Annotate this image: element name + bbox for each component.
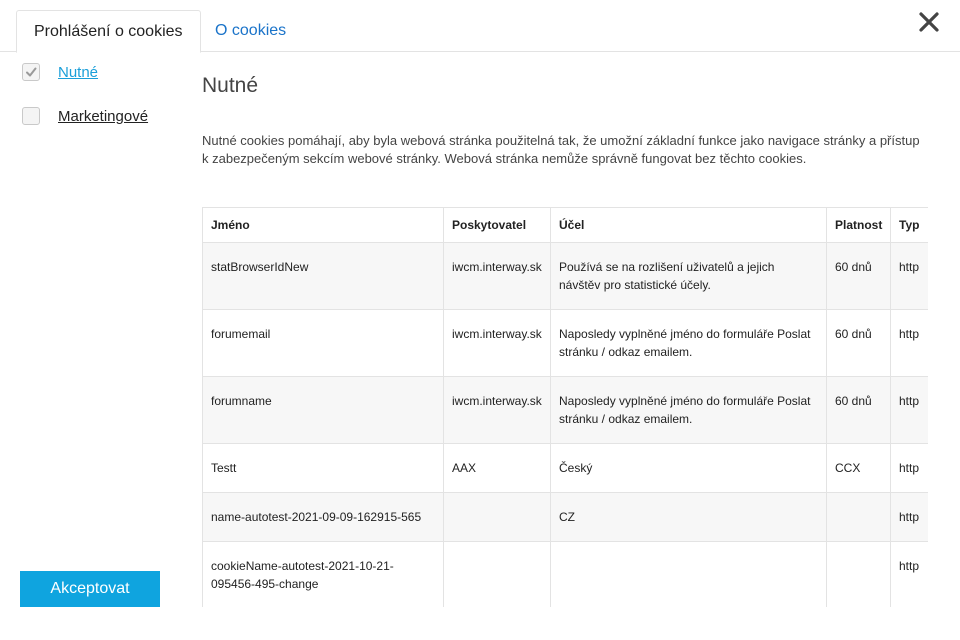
tab-about-cookies[interactable]: O cookies: [198, 10, 303, 52]
column-header-expiry: Platnost: [826, 207, 891, 243]
cell-provider: [443, 541, 551, 607]
section-title: Nutné: [202, 74, 259, 97]
category-marketing: Marketingové: [22, 107, 148, 125]
table-row: cookieName-autotest-2021-10-21-095456-49…: [202, 541, 928, 607]
necessary-checkbox[interactable]: [22, 63, 40, 81]
table-row: Testt AAX Český CCX http: [202, 443, 928, 493]
cell-name: name-autotest-2021-09-09-162915-565: [202, 492, 444, 542]
cell-provider: iwcm.interway.sk: [443, 242, 551, 310]
cell-expiry: 60 dnů: [826, 309, 891, 377]
cell-purpose: Český: [550, 443, 827, 493]
cell-expiry: [826, 492, 891, 542]
cookie-table: Jméno Poskytovatel Účel Platnost Typ sta…: [202, 207, 928, 607]
cell-type: http: [890, 242, 928, 310]
table-header-row: Jméno Poskytovatel Účel Platnost Typ: [202, 207, 928, 243]
marketing-checkbox[interactable]: [22, 107, 40, 125]
column-header-name: Jméno: [202, 207, 444, 243]
table-row: forumname iwcm.interway.sk Naposledy vyp…: [202, 376, 928, 444]
close-icon[interactable]: [918, 8, 940, 34]
cell-expiry: 60 dnů: [826, 242, 891, 310]
cell-provider: [443, 492, 551, 542]
cell-name: forumemail: [202, 309, 444, 377]
cell-purpose: Naposledy vyplněné jméno do formuláře Po…: [550, 309, 827, 377]
cell-provider: AAX: [443, 443, 551, 493]
accept-button[interactable]: Akceptovat: [20, 571, 160, 607]
cell-type: http: [890, 492, 928, 542]
cell-type: http: [890, 443, 928, 493]
table-row: statBrowserIdNew iwcm.interway.sk Použív…: [202, 242, 928, 310]
cell-purpose: [550, 541, 827, 607]
cell-expiry: CCX: [826, 443, 891, 493]
cell-expiry: 60 dnů: [826, 376, 891, 444]
category-label-necessary[interactable]: Nutné: [58, 64, 98, 81]
checkmark-icon: [26, 67, 37, 77]
column-header-provider: Poskytovatel: [443, 207, 551, 243]
cell-purpose: CZ: [550, 492, 827, 542]
table-row: name-autotest-2021-09-09-162915-565 CZ h…: [202, 492, 928, 542]
tab-cookie-declaration[interactable]: Prohlášení o cookies: [16, 10, 201, 53]
cell-purpose: Naposledy vyplněné jméno do formuláře Po…: [550, 376, 827, 444]
table-row: forumemail iwcm.interway.sk Naposledy vy…: [202, 309, 928, 377]
cell-type: http: [890, 376, 928, 444]
category-label-marketing[interactable]: Marketingové: [58, 108, 148, 125]
cookie-table-container[interactable]: Jméno Poskytovatel Účel Platnost Typ sta…: [202, 207, 928, 607]
category-necessary: Nutné: [22, 63, 98, 81]
tab-bar: Prohlášení o cookies O cookies: [0, 0, 960, 53]
cell-name: Testt: [202, 443, 444, 493]
cell-name: cookieName-autotest-2021-10-21-095456-49…: [202, 541, 444, 607]
cell-expiry: [826, 541, 891, 607]
column-header-type: Typ: [890, 207, 928, 243]
cell-name: statBrowserIdNew: [202, 242, 444, 310]
section-description: Nutné cookies pomáhají, aby byla webová …: [202, 133, 920, 166]
column-header-purpose: Účel: [550, 207, 827, 243]
cell-provider: iwcm.interway.sk: [443, 309, 551, 377]
cell-type: http: [890, 541, 928, 607]
cell-purpose: Používá se na rozlišení uživatelů a jeji…: [550, 242, 827, 310]
cell-type: http: [890, 309, 928, 377]
cell-provider: iwcm.interway.sk: [443, 376, 551, 444]
cell-name: forumname: [202, 376, 444, 444]
